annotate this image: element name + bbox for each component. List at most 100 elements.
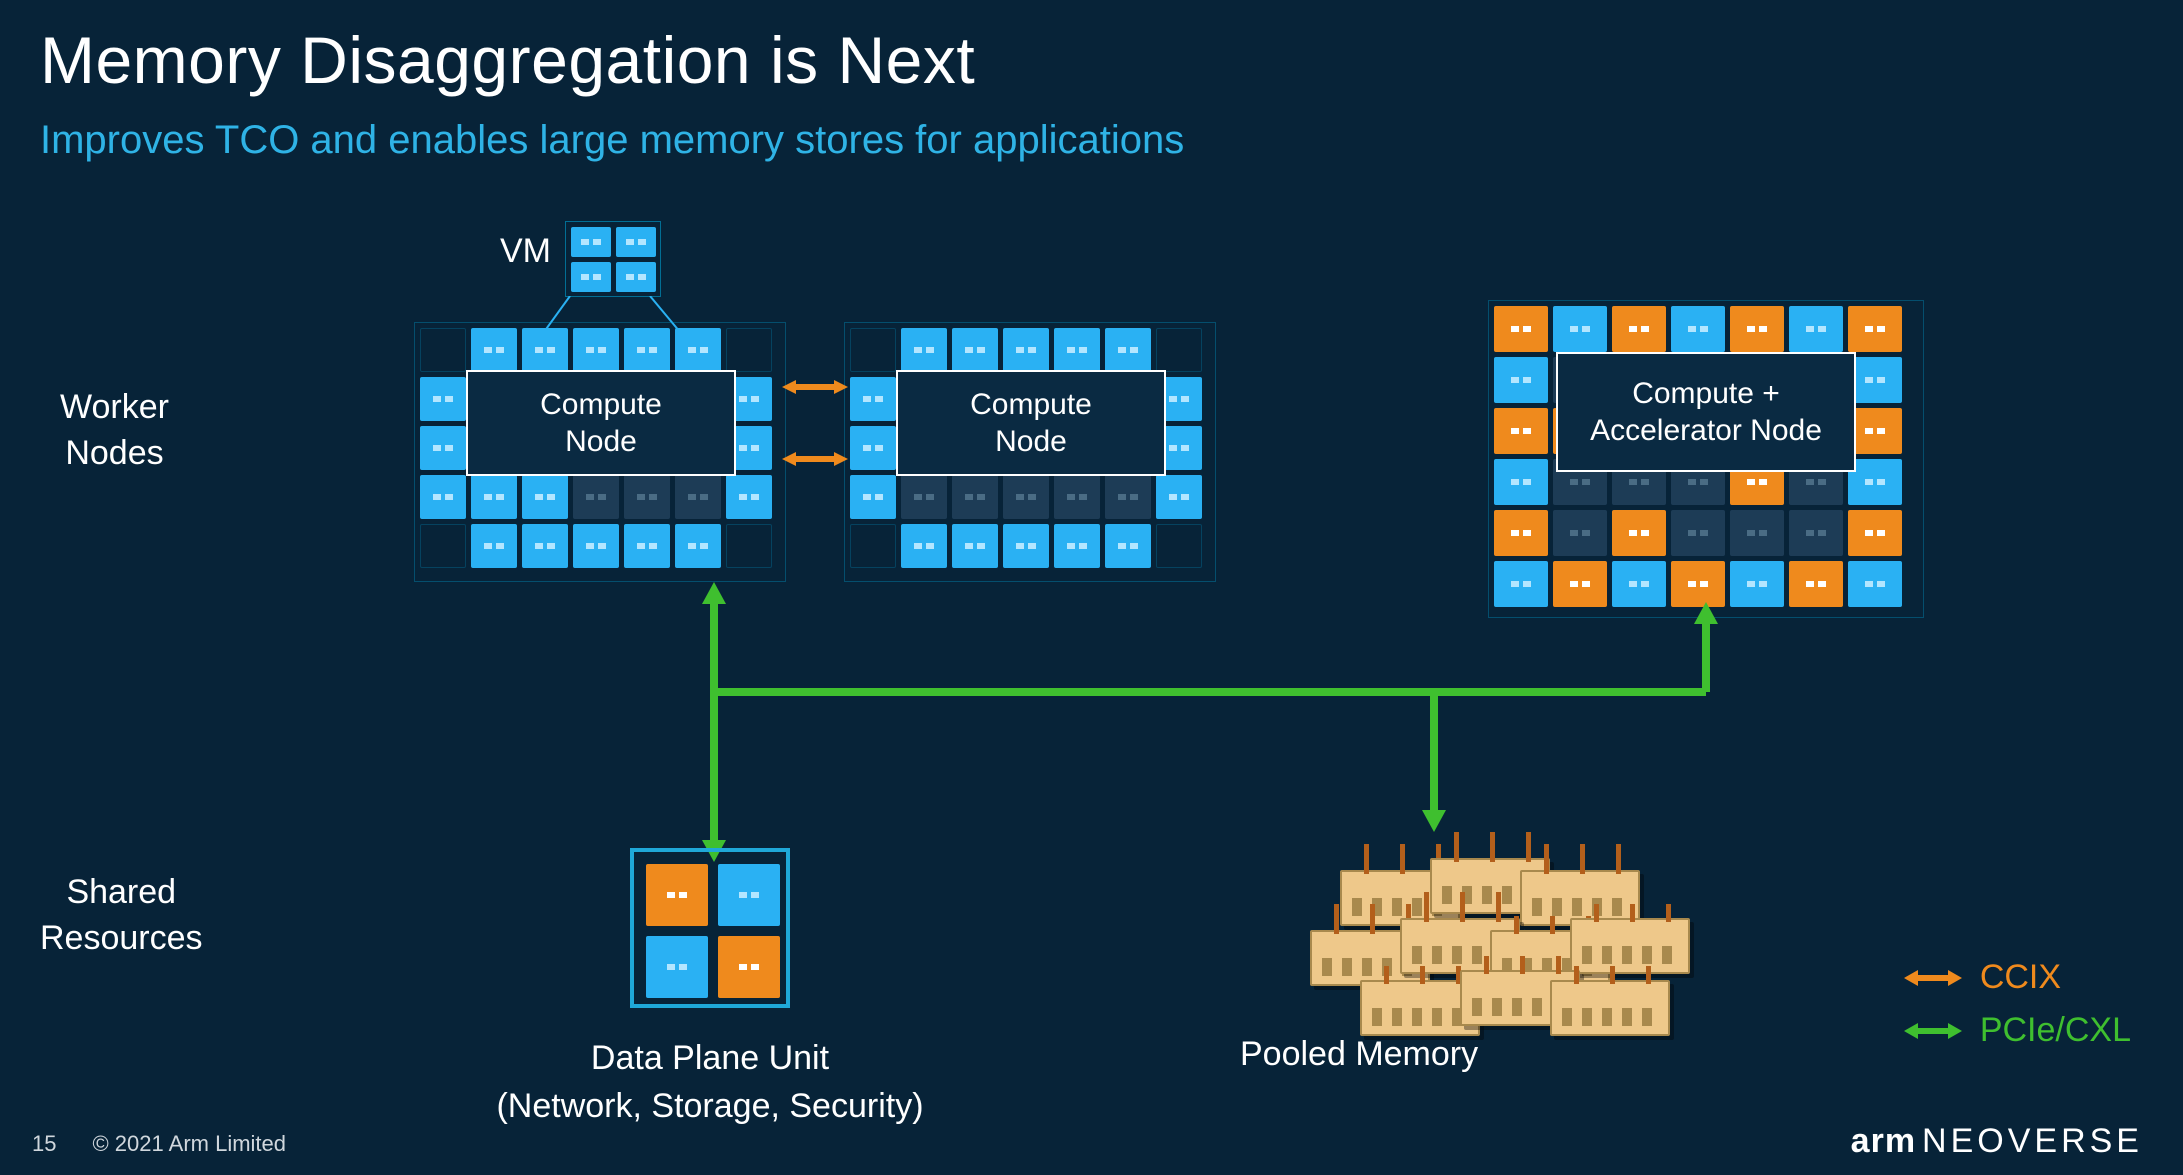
core-tile [718,936,780,998]
core-tile [1848,510,1902,556]
core-tile [850,426,896,470]
core-tile [1848,357,1902,403]
core-tile [1789,510,1843,556]
page-number: 15 [32,1131,56,1157]
core-tile [420,426,466,470]
core-tile [1494,459,1548,505]
core-tile [1730,306,1784,352]
pcie-arrow-icon [1904,1023,1962,1039]
row-label-worker: Worker Nodes [60,385,169,477]
ccix-arrow-top [782,380,848,394]
core-tile [850,524,896,568]
core-tile [1003,524,1049,568]
core-tile [726,524,772,568]
core-tile [1789,306,1843,352]
footer-brand: armNEOVERSE [1851,1122,2143,1161]
core-tile [952,328,998,372]
core-tile [573,328,619,372]
core-tile [420,328,466,372]
core-tile [420,524,466,568]
core-tile [901,328,947,372]
core-tile [616,227,656,257]
core-tile [675,328,721,372]
core-tile [1494,408,1548,454]
core-tile [420,475,466,519]
core-tile [1105,524,1151,568]
copyright: © 2021 Arm Limited [92,1131,286,1157]
core-tile [471,524,517,568]
compute-node-1-label: Compute Node [466,370,736,476]
core-tile [1848,408,1902,454]
core-tile [901,524,947,568]
vm-icon [565,221,661,297]
core-tile [1848,306,1902,352]
dpu-caption: Data Plane Unit (Network, Storage, Secur… [430,1035,990,1130]
core-tile [646,936,708,998]
core-tile [573,524,619,568]
core-tile [726,475,772,519]
core-tile [1553,306,1607,352]
core-tile [1105,328,1151,372]
core-tile [1054,475,1100,519]
row-label-shared: Shared Resources [40,870,203,962]
footer-left: 15 © 2021 Arm Limited [32,1131,286,1157]
core-tile [1612,306,1666,352]
ccix-arrow-bottom [782,452,848,466]
slide-subtitle: Improves TCO and enables large memory st… [40,118,1184,163]
slide-title: Memory Disaggregation is Next [40,22,975,98]
pcie-bus [698,582,1718,862]
core-tile [571,262,611,292]
core-tile [624,475,670,519]
core-tile [522,475,568,519]
core-tile [471,475,517,519]
core-tile [1789,561,1843,607]
core-tile [1848,459,1902,505]
core-tile [1054,328,1100,372]
core-tile [1671,306,1725,352]
core-tile [850,328,896,372]
dpu-icon [630,848,790,1008]
core-tile [850,377,896,421]
core-tile [471,328,517,372]
core-tile [1003,475,1049,519]
ccix-arrow-icon [1904,970,1962,986]
vm-label: VM [500,232,551,271]
core-tile [1671,510,1725,556]
core-tile [1156,328,1202,372]
core-tile [850,475,896,519]
core-tile [571,227,611,257]
legend-ccix-label: CCIX [1980,958,2061,997]
core-tile [675,524,721,568]
core-tile [522,328,568,372]
compute-accelerator-node-label: Compute + Accelerator Node [1556,352,1856,472]
memory-module [1550,980,1670,1036]
legend-pcie-label: PCIe/CXL [1980,1011,2131,1050]
core-tile [718,864,780,926]
core-tile [1553,510,1607,556]
core-tile [1156,475,1202,519]
pooled-memory-icon [1310,840,1670,1020]
core-tile [522,524,568,568]
core-tile [1494,510,1548,556]
core-tile [1003,328,1049,372]
core-tile [1848,561,1902,607]
core-tile [420,377,466,421]
core-tile [1730,561,1784,607]
core-tile [573,475,619,519]
core-tile [1105,475,1151,519]
core-tile [675,475,721,519]
compute-node-2-label: Compute Node [896,370,1166,476]
core-tile [1054,524,1100,568]
pooled-memory-caption: Pooled Memory [1240,1035,1478,1074]
core-tile [952,475,998,519]
core-tile [616,262,656,292]
core-tile [1494,357,1548,403]
memory-module [1570,918,1690,974]
core-tile [1156,524,1202,568]
core-tile [1612,510,1666,556]
core-tile [646,864,708,926]
legend: CCIX PCIe/CXL [1904,944,2131,1050]
core-tile [1730,510,1784,556]
core-tile [624,524,670,568]
core-tile [726,328,772,372]
